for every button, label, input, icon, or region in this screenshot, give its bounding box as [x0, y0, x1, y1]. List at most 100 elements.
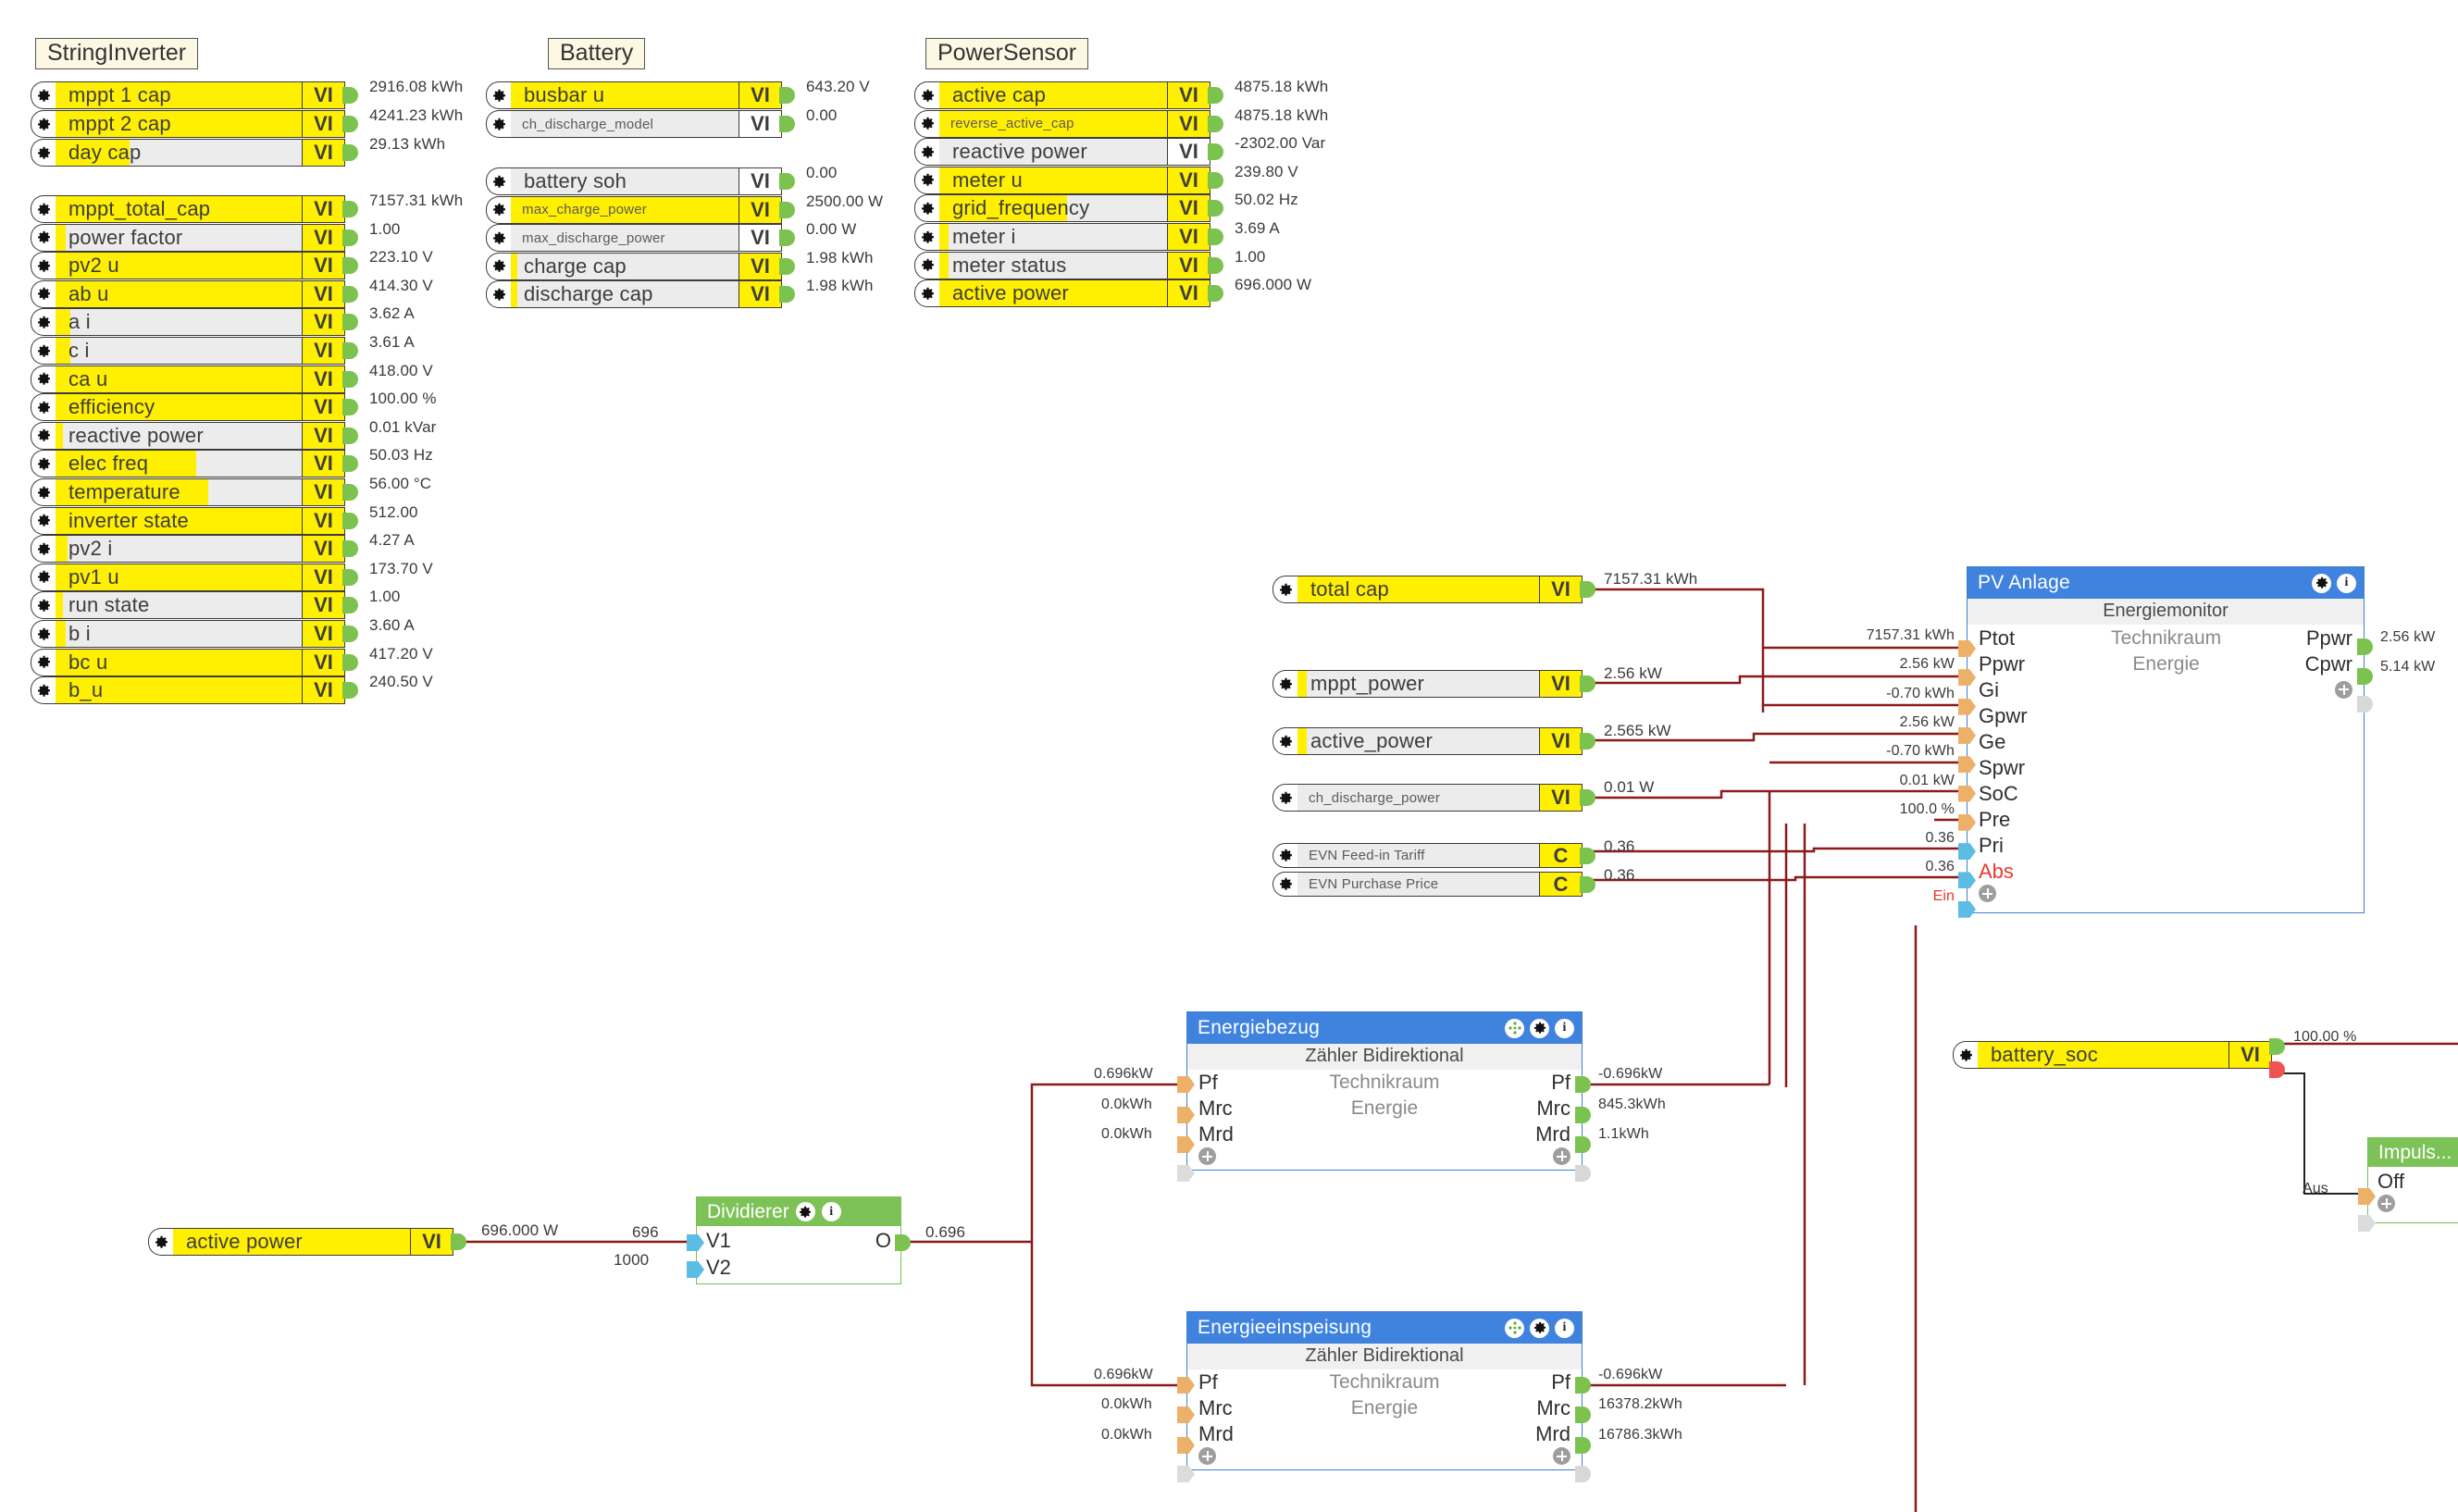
block-dividierer[interactable]: Dividierer i V1 O V2 [696, 1196, 901, 1284]
dividierer-header[interactable]: Dividierer i [697, 1197, 900, 1226]
node-row[interactable]: reverse_active_cap VI [914, 109, 1210, 138]
node-vi-badge[interactable]: VI [303, 393, 345, 422]
node-vi-badge[interactable]: VI [1168, 138, 1210, 167]
node-vi-badge[interactable]: VI [303, 620, 345, 648]
node-vi-badge[interactable]: VI [303, 450, 345, 478]
info-icon[interactable]: i [1555, 1018, 1574, 1038]
flow-canvas[interactable]: StringInverter Battery PowerSensor mppt … [0, 0, 2458, 1512]
gear-icon[interactable] [914, 166, 939, 194]
output-dot[interactable] [342, 653, 358, 671]
node-row[interactable]: b i VI [31, 620, 345, 648]
node-row[interactable]: EVN Purchase Price C [1272, 872, 1583, 897]
gear-icon[interactable] [1272, 670, 1297, 698]
gear-icon[interactable] [1272, 784, 1297, 812]
node-vi-badge[interactable]: VI [1168, 223, 1210, 251]
gear-icon[interactable] [31, 478, 56, 506]
node-vi-badge[interactable]: VI [303, 591, 345, 620]
gear-icon[interactable] [2312, 573, 2331, 593]
output-dot[interactable] [1208, 256, 1223, 274]
output-dot[interactable] [1208, 115, 1223, 132]
node-vi-badge[interactable]: VI [1168, 81, 1210, 109]
node-vi-badge[interactable]: VI [739, 252, 782, 280]
gear-icon[interactable] [486, 280, 511, 309]
gear-icon[interactable] [31, 110, 56, 138]
block-energiebezug[interactable]: Energiebezug i Zähler Bidirektional Pf M… [1186, 1011, 1583, 1171]
node-row[interactable]: meter i VI [914, 223, 1210, 251]
gear-icon[interactable] [31, 421, 56, 450]
node-row[interactable]: power factor VI [31, 223, 345, 252]
add-output-button[interactable] [1553, 1147, 1570, 1165]
gear-icon[interactable] [914, 194, 939, 223]
block-pv-anlage[interactable]: PV Anlage i Energiemonitor Ptot Ppwr Gi Gpw… [1967, 566, 2365, 913]
node-vi-badge[interactable]: VI [1540, 784, 1583, 812]
node-vi-badge[interactable]: VI [303, 563, 345, 591]
gear-icon[interactable] [1953, 1041, 1978, 1069]
gear-icon[interactable] [31, 279, 56, 308]
gear-icon[interactable] [31, 591, 56, 620]
node-vi-badge[interactable]: VI [739, 195, 782, 224]
gear-icon[interactable] [31, 676, 56, 705]
output-dot[interactable] [342, 229, 358, 246]
gear-icon[interactable] [1272, 727, 1297, 755]
output-dot[interactable] [342, 285, 358, 303]
gear-icon[interactable] [31, 506, 56, 535]
output-dot[interactable] [342, 568, 358, 586]
node-row[interactable]: active power VI [914, 279, 1210, 308]
node-row[interactable]: mppt_total_cap VI [31, 195, 345, 223]
energiebezug-header[interactable]: Energiebezug i [1187, 1012, 1582, 1044]
move-icon[interactable] [1505, 1018, 1524, 1038]
node-row[interactable]: mppt_power VI [1272, 670, 1583, 698]
node-vi-badge[interactable]: VI [303, 110, 345, 138]
info-icon[interactable]: i [1555, 1318, 1574, 1338]
node-row[interactable]: mppt 2 cap VI [31, 110, 345, 138]
node-vi-badge[interactable]: VI [1168, 109, 1210, 138]
gear-icon[interactable] [148, 1228, 173, 1256]
output-dot[interactable] [342, 370, 358, 388]
node-vi-badge[interactable]: VI [303, 279, 345, 308]
node-row[interactable]: battery soh VI [486, 167, 782, 195]
gear-icon[interactable] [1272, 872, 1297, 897]
gear-icon[interactable] [1530, 1018, 1549, 1038]
node-vi-badge[interactable]: VI [1540, 670, 1583, 698]
gear-icon[interactable] [486, 81, 511, 109]
impuls-header[interactable]: Impuls... [2368, 1138, 2458, 1167]
move-icon[interactable] [1505, 1318, 1524, 1338]
node-vi-badge[interactable]: VI [411, 1228, 453, 1256]
node-row[interactable]: ca u VI [31, 365, 345, 393]
gear-icon[interactable] [31, 308, 56, 337]
gear-icon[interactable] [31, 223, 56, 252]
gear-icon[interactable] [31, 535, 56, 564]
output-dot[interactable] [779, 257, 795, 275]
add-input-button[interactable] [1979, 885, 1996, 902]
node-row[interactable]: elec freq VI [31, 450, 345, 478]
node-vi-badge[interactable]: C [1540, 843, 1583, 868]
gear-icon[interactable] [486, 224, 511, 253]
gear-icon[interactable] [486, 252, 511, 280]
add-output-button[interactable] [1553, 1447, 1570, 1465]
node-row[interactable]: ab u VI [31, 279, 345, 308]
output-dot[interactable] [342, 427, 358, 444]
node-row[interactable]: pv2 u VI [31, 252, 345, 280]
gear-icon[interactable] [914, 109, 939, 138]
node-row[interactable]: meter status VI [914, 251, 1210, 279]
node-row[interactable]: ch_discharge_model VI [486, 110, 782, 138]
node-vi-badge[interactable]: VI [303, 139, 345, 167]
info-icon[interactable]: i [2337, 573, 2356, 593]
pv-anlage-header[interactable]: PV Anlage i [1968, 567, 2364, 599]
node-row[interactable]: charge cap VI [486, 252, 782, 280]
block-impuls[interactable]: Impuls... Off [2367, 1137, 2458, 1223]
node-row[interactable]: active_power VI [1272, 727, 1583, 755]
node-vi-badge[interactable]: VI [1168, 279, 1210, 308]
energieeinspeisung-header[interactable]: Energieeinspeisung i [1187, 1312, 1582, 1344]
node-row[interactable]: reactive power VI [914, 138, 1210, 167]
gear-icon[interactable] [1530, 1318, 1549, 1338]
node-row[interactable]: day cap VI [31, 139, 345, 167]
node-vi-badge[interactable]: VI [2229, 1041, 2272, 1069]
gear-icon[interactable] [795, 1202, 815, 1221]
node-row[interactable]: mppt 1 cap VI [31, 81, 345, 109]
node-row[interactable]: c i VI [31, 337, 345, 365]
info-icon[interactable]: i [821, 1202, 841, 1221]
node-row[interactable]: inverter state VI [31, 506, 345, 535]
node-row[interactable]: max_charge_power VI [486, 195, 782, 224]
node-row[interactable]: active cap VI [914, 81, 1210, 109]
